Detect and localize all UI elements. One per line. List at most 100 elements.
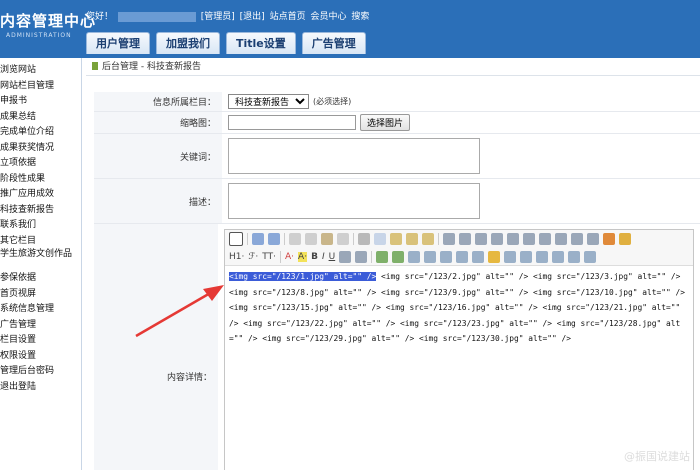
keywords-textarea[interactable] <box>228 138 480 174</box>
pick-image-button[interactable]: 选择图片 <box>360 114 411 131</box>
file-icon[interactable] <box>440 250 453 263</box>
sidebar-item[interactable]: 其它栏目 <box>0 234 81 250</box>
logout-link[interactable]: [退出] <box>240 12 265 22</box>
table-icon[interactable] <box>456 250 469 263</box>
code-text[interactable]: <img src="/123/2.jpg" alt="" /> <img src… <box>229 272 690 343</box>
username-blurred <box>117 11 196 22</box>
sidebar-item[interactable]: 立项依据 <box>0 156 81 172</box>
sidebar-item[interactable]: 阶段性成果 <box>0 172 81 188</box>
cut-icon[interactable] <box>358 233 370 245</box>
divider <box>438 233 439 245</box>
sidebar-item[interactable]: 权限设置 <box>0 349 81 365</box>
sidebar-item[interactable]: 系统信息管理 <box>0 302 81 318</box>
sidebar: 浏览网站 网站栏目管理 申报书 成果总结 完成单位介绍 成果获奖情况 立项依据 … <box>0 58 82 470</box>
map-icon[interactable] <box>536 250 549 263</box>
sidebar-item[interactable]: 学生旅游文创作品 <box>0 249 81 271</box>
role-link[interactable]: [管理员] <box>201 12 235 22</box>
tab-title-settings[interactable]: Title设置 <box>226 32 296 54</box>
sidebar-item[interactable]: 网站栏目管理 <box>0 79 81 95</box>
description-textarea[interactable] <box>228 183 480 219</box>
sidebar-item[interactable]: 退出登陆 <box>0 380 81 396</box>
sidebar-item[interactable]: 推广应用成效 <box>0 187 81 203</box>
sidebar-item[interactable]: 管理后台密码 <box>0 364 81 380</box>
site-home-link[interactable]: 站点首页 <box>270 12 306 22</box>
search-link[interactable]: 搜索 <box>351 12 369 22</box>
sidebar-item[interactable]: 申报书 <box>0 94 81 110</box>
font-color-dropdown[interactable]: A· <box>285 252 294 262</box>
paste-icon[interactable] <box>390 233 402 245</box>
heading-dropdown[interactable]: H1· <box>229 252 244 262</box>
edit-form: 信息所属栏目： 科技查新报告 (必须选择) 缩略图： 选择图片 关键词： 描述： <box>94 92 700 470</box>
underline-button[interactable]: U <box>329 252 336 262</box>
sidebar-item[interactable]: 科技查新报告 <box>0 203 81 219</box>
subscript-icon[interactable] <box>571 233 583 245</box>
paste-word-icon[interactable] <box>422 233 434 245</box>
print-icon[interactable] <box>305 233 317 245</box>
thumbnail-input[interactable] <box>228 115 356 130</box>
tab-user-management[interactable]: 用户管理 <box>86 32 150 54</box>
page-break-icon[interactable] <box>520 250 533 263</box>
redo-icon[interactable] <box>268 233 280 245</box>
editor-toolbar-2: H1· ℱ· TT· A· A· B I U <box>225 248 693 266</box>
ordered-list-icon[interactable] <box>507 233 519 245</box>
sidebar-item[interactable]: 参保依据 <box>0 271 81 287</box>
divider <box>247 233 248 245</box>
source-code-icon[interactable] <box>229 232 243 246</box>
main-panel: 后台管理 - 科技查新报告 信息所属栏目： 科技查新报告 (必须选择) 缩略图：… <box>86 58 700 470</box>
hr-icon[interactable] <box>472 250 485 263</box>
anchor-icon[interactable] <box>552 250 565 263</box>
sidebar-item[interactable]: 首页视屏 <box>0 287 81 303</box>
indent-icon[interactable] <box>539 233 551 245</box>
image-icon[interactable] <box>376 250 389 263</box>
multi-image-icon[interactable] <box>392 250 405 263</box>
strikethrough-icon[interactable] <box>339 250 352 263</box>
copy-icon[interactable] <box>374 233 386 245</box>
unordered-list-icon[interactable] <box>523 233 535 245</box>
align-right-icon[interactable] <box>475 233 487 245</box>
sidebar-item[interactable]: 完成单位介绍 <box>0 125 81 141</box>
divider <box>280 250 281 263</box>
nav-tabs: 用户管理 加盟我们 Title设置 广告管理 <box>86 32 366 54</box>
outdent-icon[interactable] <box>555 233 567 245</box>
sidebar-item[interactable]: 栏目设置 <box>0 333 81 349</box>
align-left-icon[interactable] <box>443 233 455 245</box>
font-family-dropdown[interactable]: ℱ· <box>248 252 258 262</box>
superscript-icon[interactable] <box>587 233 599 245</box>
bold-button[interactable]: B <box>311 252 318 262</box>
align-center-icon[interactable] <box>459 233 471 245</box>
sidebar-item[interactable]: 成果总结 <box>0 110 81 126</box>
clear-format-icon[interactable] <box>603 233 615 245</box>
code-icon[interactable] <box>337 233 349 245</box>
highlight-color-dropdown[interactable]: A· <box>298 251 308 262</box>
member-center-link[interactable]: 会员中心 <box>310 12 346 22</box>
thumbnail-row: 缩略图： 选择图片 <box>94 112 700 134</box>
header: 内容管理中心 ADMINISTRATION 您好！ [管理员] [退出] 站点首… <box>0 0 700 58</box>
flash-icon[interactable] <box>408 250 421 263</box>
divider <box>371 250 373 263</box>
italic-button[interactable]: I <box>322 252 325 262</box>
watermark: @振国说建站 <box>624 450 690 463</box>
select-all-icon[interactable] <box>619 233 631 245</box>
selected-code[interactable]: <img src="/123/1.jpg" alt="" /> <box>229 272 377 281</box>
description-row: 描述： <box>94 179 700 224</box>
paste-text-icon[interactable] <box>406 233 418 245</box>
sidebar-item[interactable]: 浏览网站 <box>0 63 81 79</box>
link-icon[interactable] <box>568 250 581 263</box>
align-justify-icon[interactable] <box>491 233 503 245</box>
sidebar-item[interactable]: 广告管理 <box>0 318 81 334</box>
preview-icon[interactable] <box>289 233 301 245</box>
sidebar-item[interactable]: 成果获奖情况 <box>0 141 81 157</box>
media-icon[interactable] <box>424 250 437 263</box>
undo-icon[interactable] <box>252 233 264 245</box>
tab-join-us[interactable]: 加盟我们 <box>156 32 220 54</box>
unlink-icon[interactable] <box>584 250 597 263</box>
special-char-icon[interactable] <box>504 250 517 263</box>
emoticon-icon[interactable] <box>488 250 501 263</box>
template-icon[interactable] <box>321 233 333 245</box>
sidebar-item[interactable]: 联系我们 <box>0 218 81 234</box>
font-size-dropdown[interactable]: TT· <box>262 252 276 262</box>
category-select[interactable]: 科技查新报告 <box>228 94 309 109</box>
line-height-icon[interactable] <box>355 250 368 263</box>
tab-ad-management[interactable]: 广告管理 <box>301 32 366 54</box>
editor-content[interactable]: <img src="/123/1.jpg" alt="" /> <img src… <box>225 266 693 350</box>
